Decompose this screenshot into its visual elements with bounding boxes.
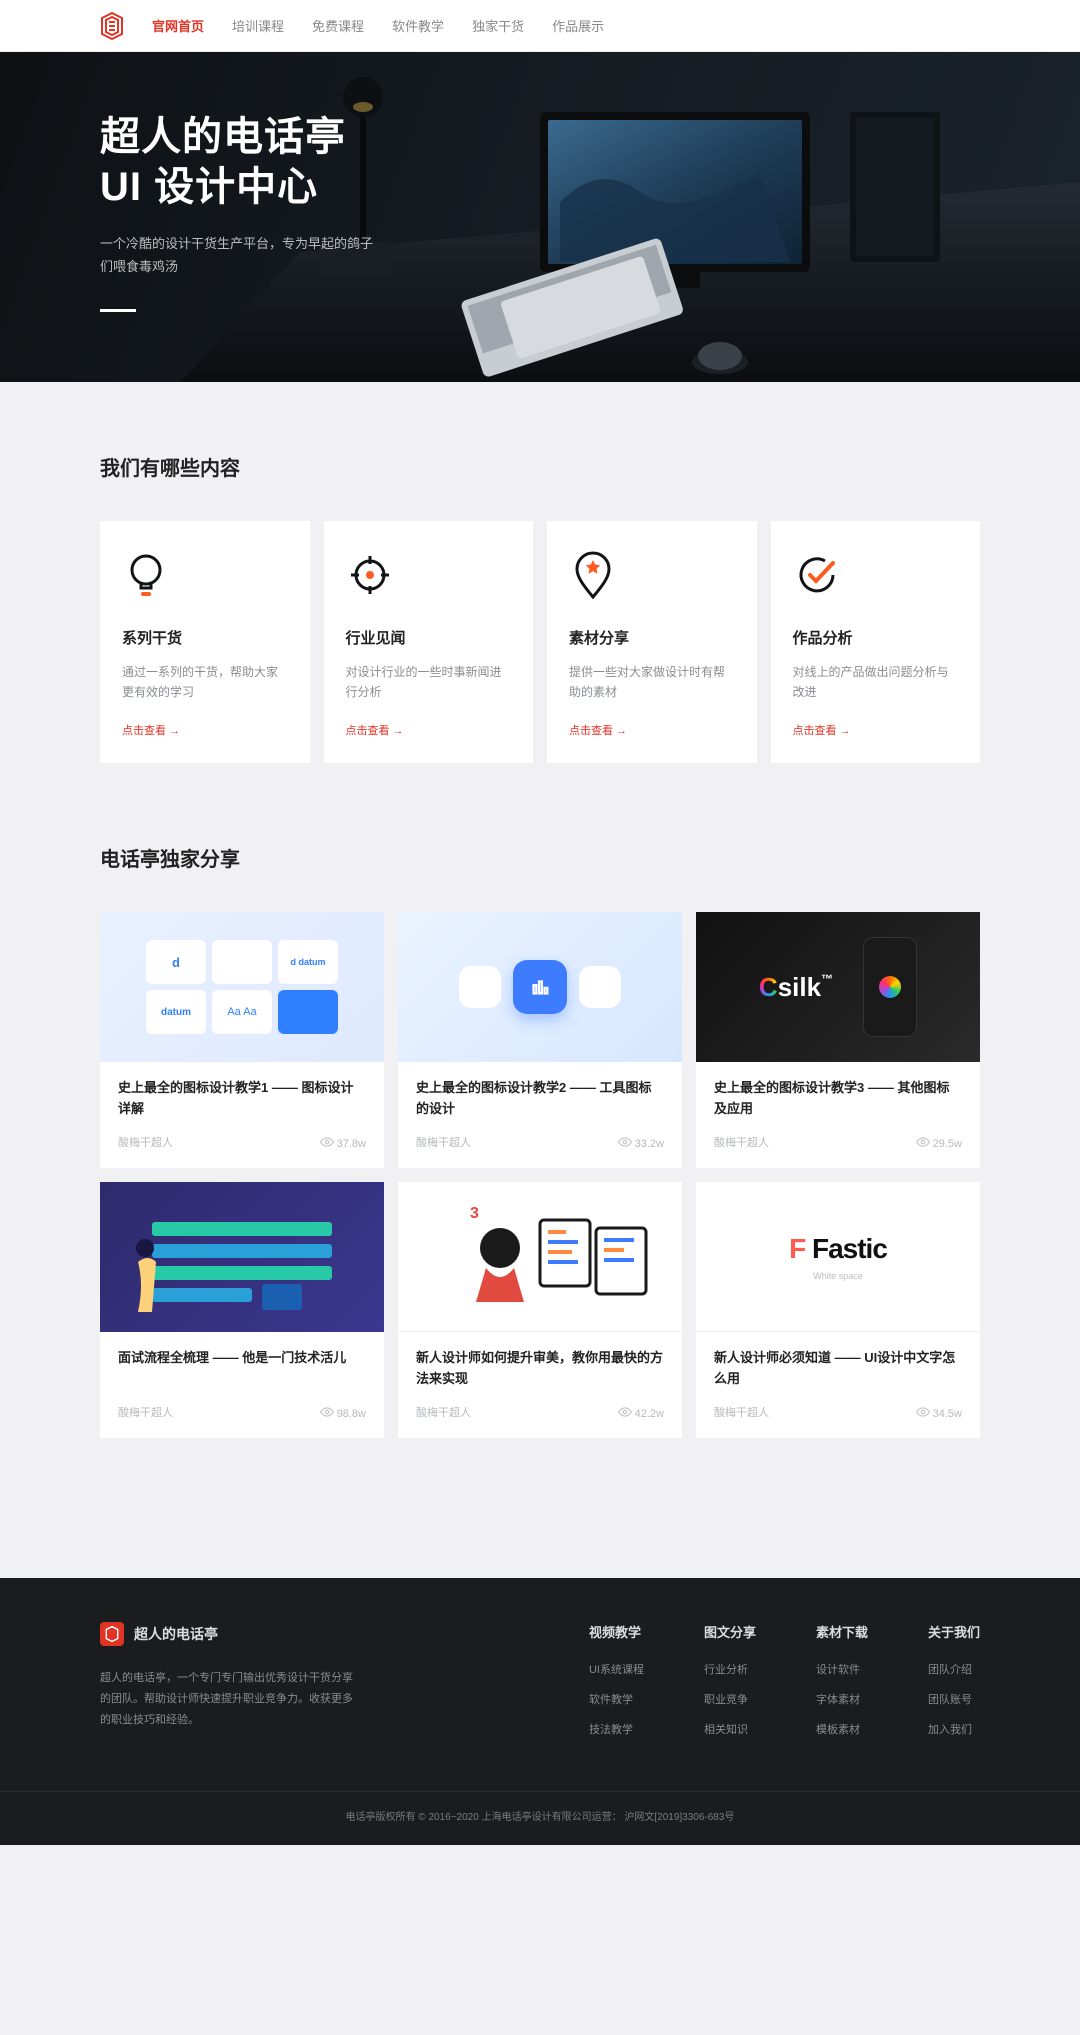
feature-name: 素材分享: [569, 627, 735, 648]
footer-col-heading: 视频教学: [589, 1622, 644, 1641]
footer-link[interactable]: 团队介绍: [928, 1661, 980, 1677]
nav-training[interactable]: 培训课程: [232, 16, 284, 35]
feature-link[interactable]: 点击查看 →: [569, 722, 627, 738]
article-author: 酸梅干超人: [118, 1404, 173, 1420]
article-thumb: Csilk™: [696, 912, 980, 1062]
article-card[interactable]: Csilk™ 史上最全的图标设计教学3 —— 其他图标及应用 酸梅干超人 29.5…: [696, 912, 980, 1168]
footer-columns: 视频教学 UI系统课程 软件教学 技法教学 图文分享 行业分析 职业竞争 相关知…: [589, 1622, 980, 1751]
footer-link[interactable]: 加入我们: [928, 1721, 980, 1737]
hero-title-line1: 超人的电话亭: [100, 112, 420, 162]
feature-link[interactable]: 点击查看 →: [793, 722, 851, 738]
article-card[interactable]: d d datum datum Aa Aa 史上最全的图标设计教学1 —— 图标…: [100, 912, 384, 1168]
hero-subtitle: 一个冷酷的设计干货生产平台，专为早起的鸽子们喂食毒鸡汤: [100, 232, 380, 279]
footer-brand-name: 超人的电话亭: [134, 1624, 218, 1644]
article-title: 面试流程全梳理 —— 他是一门技术活儿: [118, 1348, 366, 1390]
feature-name: 系列干货: [122, 627, 288, 648]
feature-desc: 对设计行业的一些时事新闻进行分析: [346, 662, 512, 704]
section-articles: 电话亭独家分享 d d datum datum Aa Aa 史上最全的图标设计教…: [0, 803, 1080, 1478]
article-card[interactable]: 3 新人设计师如何提升审美，教你用最快的方法来实现 酸梅干超人 42.2w: [398, 1182, 682, 1438]
article-title: 史上最全的图标设计教学3 —— 其他图标及应用: [714, 1078, 962, 1120]
features-heading: 我们有哪些内容: [100, 452, 980, 481]
article-title: 史上最全的图标设计教学2 —— 工具图标的设计: [416, 1078, 664, 1120]
article-views: 37.8w: [320, 1135, 366, 1150]
nav-exclusive[interactable]: 独家干货: [472, 16, 524, 35]
article-views: 29.5w: [916, 1135, 962, 1150]
article-views: 33.2w: [618, 1135, 664, 1150]
feature-name: 作品分析: [793, 627, 959, 648]
article-title: 新人设计师必须知道 —— UI设计中文字怎么用: [714, 1348, 962, 1390]
article-author: 酸梅干超人: [416, 1404, 471, 1420]
top-navbar: 官网首页 培训课程 免费课程 软件教学 独家干货 作品展示: [0, 0, 1080, 52]
footer: 超人的电话亭 超人的电话亭，一个专门专门输出优秀设计干货分享的团队。帮助设计师快…: [0, 1578, 1080, 1845]
article-author: 酸梅干超人: [714, 1134, 769, 1150]
nav-free[interactable]: 免费课程: [312, 16, 364, 35]
footer-link[interactable]: 模板素材: [816, 1721, 868, 1737]
feature-link[interactable]: 点击查看 →: [122, 722, 180, 738]
check-circle-icon: [793, 551, 841, 599]
footer-col-heading: 素材下载: [816, 1622, 868, 1641]
footer-col-heading: 关于我们: [928, 1622, 980, 1641]
logo-icon: [100, 12, 124, 40]
footer-link[interactable]: 软件教学: [589, 1691, 644, 1707]
article-card[interactable]: F Fastic White space 新人设计师必须知道 —— UI设计中文…: [696, 1182, 980, 1438]
feature-card-resources[interactable]: 素材分享 提供一些对大家做设计时有帮助的素材 点击查看 →: [547, 521, 757, 763]
footer-link[interactable]: 团队账号: [928, 1691, 980, 1707]
article-card[interactable]: 史上最全的图标设计教学2 —— 工具图标的设计 酸梅干超人 33.2w: [398, 912, 682, 1168]
footer-link[interactable]: 相关知识: [704, 1721, 756, 1737]
article-views: 98.8w: [320, 1405, 366, 1420]
articles-heading: 电话亭独家分享: [100, 843, 980, 872]
footer-link[interactable]: 行业分析: [704, 1661, 756, 1677]
section-features: 我们有哪些内容 系列干货 通过一系列的干货，帮助大家更有效的学习 点击查看 → …: [0, 382, 1080, 803]
nav-works[interactable]: 作品展示: [552, 16, 604, 35]
article-views: 34.5w: [916, 1405, 962, 1420]
target-icon: [346, 551, 394, 599]
feature-desc: 对线上的产品做出问题分析与改进: [793, 662, 959, 704]
article-title: 史上最全的图标设计教学1 —— 图标设计详解: [118, 1078, 366, 1120]
article-thumb: [398, 912, 682, 1062]
feature-name: 行业见闻: [346, 627, 512, 648]
footer-link[interactable]: UI系统课程: [589, 1661, 644, 1677]
svg-text:3: 3: [470, 1205, 479, 1222]
feature-desc: 通过一系列的干货，帮助大家更有效的学习: [122, 662, 288, 704]
feature-card-analysis[interactable]: 作品分析 对线上的产品做出问题分析与改进 点击查看 →: [771, 521, 981, 763]
feature-card-series[interactable]: 系列干货 通过一系列的干货，帮助大家更有效的学习 点击查看 →: [100, 521, 310, 763]
article-views: 42.2w: [618, 1405, 664, 1420]
article-card[interactable]: 面试流程全梳理 —— 他是一门技术活儿 酸梅干超人 98.8w: [100, 1182, 384, 1438]
feature-link[interactable]: 点击查看 →: [346, 722, 404, 738]
footer-link[interactable]: 技法教学: [589, 1721, 644, 1737]
nav-home[interactable]: 官网首页: [152, 16, 204, 35]
footer-logo-icon: [100, 1622, 124, 1646]
article-thumb: 3: [398, 1182, 682, 1332]
article-title: 新人设计师如何提升审美，教你用最快的方法来实现: [416, 1348, 664, 1390]
article-thumb: F Fastic White space: [696, 1182, 980, 1332]
hero-title-line2: UI 设计中心: [100, 162, 420, 212]
lightbulb-icon: [122, 551, 170, 599]
article-thumb: [100, 1182, 384, 1332]
article-thumb: d d datum datum Aa Aa: [100, 912, 384, 1062]
article-author: 酸梅干超人: [714, 1404, 769, 1420]
hero-divider: [100, 309, 136, 312]
footer-brand-desc: 超人的电话亭，一个专门专门输出优秀设计干货分享的团队。帮助设计师快速提升职业竞争…: [100, 1668, 360, 1731]
footer-link[interactable]: 职业竞争: [704, 1691, 756, 1707]
pin-star-icon: [569, 551, 617, 599]
footer-link[interactable]: 字体素材: [816, 1691, 868, 1707]
footer-col-heading: 图文分享: [704, 1622, 756, 1641]
hero: 超人的电话亭 UI 设计中心 一个冷酷的设计干货生产平台，专为早起的鸽子们喂食毒…: [0, 52, 1080, 382]
footer-link[interactable]: 设计软件: [816, 1661, 868, 1677]
nav-software[interactable]: 软件教学: [392, 16, 444, 35]
feature-card-industry[interactable]: 行业见闻 对设计行业的一些时事新闻进行分析 点击查看 →: [324, 521, 534, 763]
feature-desc: 提供一些对大家做设计时有帮助的素材: [569, 662, 735, 704]
article-author: 酸梅干超人: [118, 1134, 173, 1150]
footer-copyright: 电话亭版权所有 © 2016~2020 上海电话亭设计有限公司运营： 沪网文[2…: [0, 1791, 1080, 1845]
article-author: 酸梅干超人: [416, 1134, 471, 1150]
